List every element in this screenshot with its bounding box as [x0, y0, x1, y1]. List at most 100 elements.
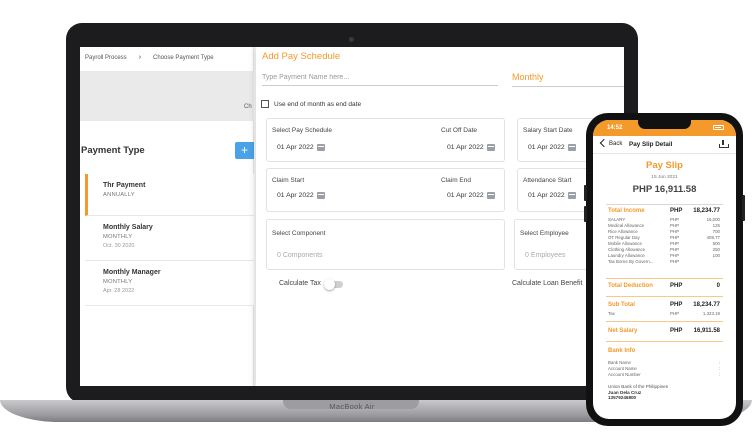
add-pay-schedule-modal: Add Pay Schedule Monthly Use end of mont…: [256, 47, 624, 386]
attendance-start-date-picker[interactable]: 01 Apr 2022: [528, 192, 576, 199]
status-time: 14:52: [607, 125, 623, 131]
calendar-icon: [567, 144, 576, 151]
payment-type-name: Thr Payment: [103, 182, 146, 189]
account-number-row: Account Number:: [608, 372, 720, 378]
income-name: Laundry Allowance: [608, 253, 645, 258]
calendar-icon: [486, 192, 495, 199]
income-row: Tax Borne By Govern... PHP: [608, 259, 720, 265]
bank-row-value: :: [718, 360, 720, 365]
payment-type-frequency: MONTHLY: [103, 279, 133, 285]
bank-row-value: :: [718, 366, 720, 371]
download-icon[interactable]: [719, 140, 729, 148]
battery-icon: [713, 125, 724, 130]
payment-type-name: Monthly Manager: [103, 269, 161, 276]
back-button[interactable]: Back: [609, 141, 622, 147]
payment-type-panel: Payroll Process › Choose Payment Type Ch…: [80, 47, 254, 386]
bank-row-label: Account Name: [608, 366, 637, 371]
select-component-card[interactable]: Select Component 0 Components: [266, 219, 505, 270]
payment-type-date: Oct. 30 2020: [103, 243, 135, 249]
income-amount: 125: [712, 223, 720, 228]
income-name: Rice Allowance: [608, 229, 638, 234]
divider: [606, 341, 723, 342]
payment-name-input[interactable]: [262, 70, 498, 86]
income-currency: PHP: [670, 253, 680, 258]
income-currency: PHP: [670, 229, 680, 234]
net-salary-row: Net Salary PHP 16,911.58: [608, 328, 720, 337]
pay-schedule-date-picker[interactable]: 01 Apr 2022: [277, 144, 325, 151]
payment-type-list: Thr Payment ANNUALLY Monthly Salary MONT…: [85, 174, 254, 306]
component-count: 0 Components: [277, 252, 323, 259]
attendance-start-label: Attendance Start: [523, 177, 572, 184]
income-name: Clothing Allowance: [608, 247, 646, 252]
net-salary-currency: PHP: [670, 328, 683, 334]
frequency-select[interactable]: Monthly: [512, 72, 544, 82]
cutoff-date-picker[interactable]: 01 Apr 2022: [447, 144, 495, 151]
payment-type-date: Apr. 28 2022: [103, 288, 135, 294]
salary-start-date-picker[interactable]: 01 Apr 2022: [528, 144, 576, 151]
income-currency: PHP: [670, 235, 680, 240]
end-of-month-row: Use end of month as end date: [261, 100, 361, 108]
calendar-icon: [316, 144, 325, 151]
tax-currency: PHP: [670, 311, 680, 316]
bank-row-label: Bank Name: [608, 360, 631, 365]
pay-schedule-date-value: 01 Apr 2022: [277, 144, 314, 151]
net-salary-amount: 16,911.58: [693, 328, 720, 334]
phone-power-button: [742, 195, 745, 221]
payment-type-item-monthly-salary[interactable]: Monthly Salary MONTHLY Oct. 30 2020: [85, 216, 254, 261]
calendar-icon: [316, 192, 325, 199]
sub-total-amount: 18,234.77: [693, 302, 720, 308]
add-payment-type-button[interactable]: +: [235, 142, 254, 159]
income-currency: PHP: [670, 247, 680, 252]
payslip-title: Pay Slip: [646, 160, 683, 171]
total-income-currency: PHP: [670, 208, 683, 214]
account-number-value: 13579246800: [608, 395, 637, 401]
total-income-amount: 18,234.77: [693, 208, 720, 214]
tax-name: Tax: [608, 311, 615, 316]
calendar-icon: [567, 192, 576, 199]
income-amount: 500: [712, 241, 720, 246]
modal-title: Add Pay Schedule: [262, 51, 341, 62]
payslip-total: PHP 16,911.58: [632, 184, 697, 195]
payment-type-item-monthly-manager[interactable]: Monthly Manager MONTHLY Apr. 28 2022: [85, 261, 254, 306]
bank-details: Union Bank of the Philippines Juan Dela …: [608, 384, 720, 401]
payment-type-item-thr-payment[interactable]: Thr Payment ANNUALLY: [85, 174, 254, 216]
divider: [606, 296, 723, 297]
cutoff-date-label: Cut Off Date: [441, 127, 478, 134]
tax-amount: 1,323.19: [702, 311, 720, 316]
income-currency: PHP: [670, 241, 680, 246]
select-pay-schedule-label: Select Pay Schedule: [272, 127, 332, 134]
claim-start-date-picker[interactable]: 01 Apr 2022: [277, 192, 325, 199]
calculate-tax-toggle[interactable]: [324, 279, 343, 290]
pay-schedule-card: Select Pay Schedule 01 Apr 2022 Cut Off …: [266, 118, 505, 162]
breadcrumb-item-choose-payment-type[interactable]: Choose Payment Type: [153, 55, 214, 61]
total-deduction-amount: 0: [716, 283, 720, 289]
income-name: Tax Borne By Govern...: [608, 259, 654, 264]
payment-type-heading: Payment Type: [81, 145, 145, 156]
calculate-loan-benefit-label: Calculate Loan Benefit: [512, 280, 583, 287]
breadcrumb-item-payroll-process[interactable]: Payroll Process: [85, 55, 127, 61]
income-name: OT Regular Day: [608, 235, 640, 240]
bank-row-value: :: [718, 372, 720, 377]
end-of-month-checkbox[interactable]: [261, 100, 269, 108]
phone-volume-up-button: [584, 185, 587, 201]
income-currency: PHP: [670, 259, 680, 264]
sub-total-label: Sub Total: [608, 302, 635, 308]
breadcrumb: Payroll Process › Choose Payment Type: [85, 54, 214, 61]
divider: [606, 278, 723, 279]
chevron-right-icon: ›: [138, 54, 142, 61]
claim-card: Claim Start 01 Apr 2022 Claim End 01 Apr…: [266, 168, 505, 212]
claim-end-label: Claim End: [441, 177, 471, 184]
phone-notch: [638, 120, 691, 129]
claim-end-date-picker[interactable]: 01 Apr 2022: [447, 192, 495, 199]
income-currency: PHP: [670, 223, 680, 228]
income-name: Mobile Allowance: [608, 241, 642, 246]
divider: [606, 321, 723, 322]
payslip-nav-bar: Back Pay Slip Detail: [593, 136, 736, 154]
income-name: SALARY: [608, 217, 626, 222]
income-amount: 16,000: [706, 217, 720, 222]
income-name: Medical Allowance: [608, 223, 645, 228]
chevron-left-icon[interactable]: [599, 138, 609, 148]
employee-count: 0 Employees: [525, 252, 566, 259]
total-income-section: Total Income PHP 18,234.77 SALARY PHP 16,0…: [608, 208, 720, 265]
salary-start-date-value: 01 Apr 2022: [528, 144, 565, 151]
